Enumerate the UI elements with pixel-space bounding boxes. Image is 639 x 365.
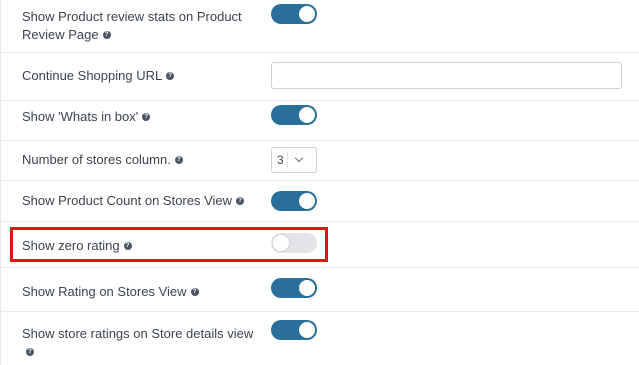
stores-column-select[interactable]: 3 <box>271 147 317 173</box>
toggle-knob <box>299 107 315 123</box>
question-circle-icon[interactable]: ? <box>190 288 199 296</box>
setting-label-text: Show Product Count on Stores View <box>22 193 233 208</box>
setting-label: Show Product Count on Stores View? <box>22 192 262 210</box>
continue-shopping-url-input[interactable] <box>271 62 622 89</box>
setting-row-stores-column: Number of stores column.? 3 <box>1 141 639 181</box>
question-circle-icon[interactable]: ? <box>174 156 183 164</box>
setting-label-text: Show store ratings on Store details view <box>22 326 254 341</box>
setting-label-text: Show Rating on Stores View <box>22 284 187 299</box>
setting-row-whats-in-box: Show 'Whats in box'? <box>1 101 639 141</box>
setting-label-text: Show Product review stats on Product Rev… <box>22 9 242 42</box>
setting-label: Show Rating on Stores View? <box>22 283 262 301</box>
toggle-knob <box>299 280 315 296</box>
product-count-toggle[interactable] <box>271 191 317 211</box>
setting-label: Show 'Whats in box'? <box>22 108 262 126</box>
highlight-box <box>10 227 328 262</box>
setting-label-text: Number of stores column. <box>22 152 171 167</box>
setting-row-review-stats: Show Product review stats on Product Rev… <box>1 0 639 53</box>
select-divider <box>287 151 288 169</box>
setting-label-text: Show 'Whats in box' <box>22 109 139 124</box>
setting-row-store-ratings-details: Show store ratings on Store details view… <box>1 312 639 365</box>
question-circle-icon[interactable]: ? <box>142 113 151 121</box>
setting-label: Continue Shopping URL? <box>22 67 262 85</box>
setting-row-rating-stores: Show Rating on Stores View? <box>1 268 639 312</box>
question-circle-icon[interactable]: ? <box>236 197 245 205</box>
chevron-down-icon <box>294 153 304 163</box>
toggle-knob <box>299 6 315 22</box>
setting-row-product-count: Show Product Count on Stores View? <box>1 181 639 222</box>
setting-row-continue-shopping-url: Continue Shopping URL? <box>1 53 639 101</box>
select-value: 3 <box>277 153 284 167</box>
toggle-knob <box>299 193 315 209</box>
store-ratings-details-toggle[interactable] <box>271 320 317 340</box>
setting-label: Number of stores column.? <box>22 151 262 169</box>
question-circle-icon[interactable]: ? <box>166 72 175 80</box>
rating-stores-toggle[interactable] <box>271 278 317 298</box>
question-circle-icon[interactable]: ? <box>102 31 111 39</box>
question-circle-icon[interactable]: ? <box>26 348 34 356</box>
setting-label: Show Product review stats on Product Rev… <box>22 8 262 44</box>
setting-label: Show store ratings on Store details view… <box>22 325 262 361</box>
review-stats-toggle[interactable] <box>271 4 317 24</box>
whats-in-box-toggle[interactable] <box>271 105 317 125</box>
setting-label-text: Continue Shopping URL <box>22 68 163 83</box>
toggle-knob <box>299 322 315 338</box>
